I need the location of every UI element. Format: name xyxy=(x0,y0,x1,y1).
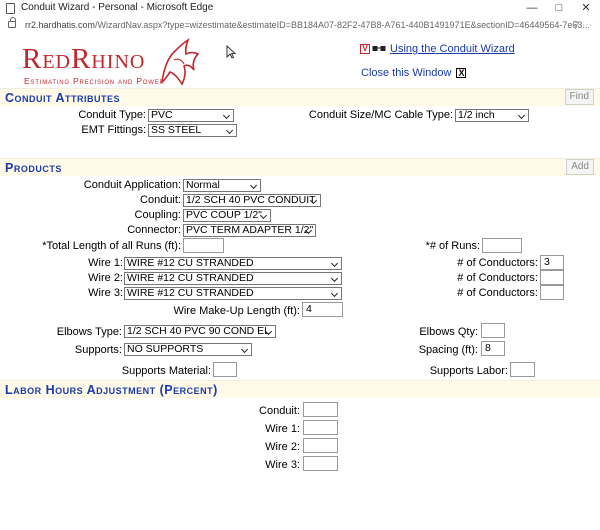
supports-labor-label: Supports Labor: xyxy=(429,365,508,377)
supports-material-label: Supports Material: xyxy=(121,365,211,377)
conduit-application-label: Conduit Application: xyxy=(83,179,181,191)
coupling-label: Coupling: xyxy=(134,209,181,221)
elbows-qty-label: Elbows Qty: xyxy=(419,326,478,338)
spacing-input[interactable]: 8 xyxy=(481,341,505,356)
labor-wire-3-input[interactable] xyxy=(303,456,338,471)
elbows-qty-input[interactable] xyxy=(481,323,505,338)
labor-wire-1-input[interactable] xyxy=(303,420,338,435)
labor-wire-3-label: Wire 3: xyxy=(265,459,300,471)
close-x-icon[interactable]: X xyxy=(456,68,467,78)
conduit-attributes-section-header: Conduit Attributes Find xyxy=(0,88,600,106)
wire-3-conductors-input[interactable] xyxy=(540,285,564,300)
elbows-type-label: Elbows Type: xyxy=(56,326,122,338)
glasses-icon xyxy=(372,46,386,51)
conduit-wizard-help-link[interactable]: V Using the Conduit Wizard xyxy=(360,43,515,55)
wire-makeup-length-label: Wire Make-Up Length (ft): xyxy=(173,305,300,317)
url-text[interactable]: rr2.hardhatis.com/WizardNav.aspx?type=wi… xyxy=(25,20,590,30)
emt-fittings-label: EMT Fittings: xyxy=(81,124,146,136)
conduit-type-select[interactable]: PVC xyxy=(148,109,234,122)
page-icon xyxy=(6,3,15,14)
labor-conduit-label: Conduit: xyxy=(259,405,300,417)
labor-wire-1-label: Wire 1: xyxy=(265,423,300,435)
section-title: Products xyxy=(5,161,62,175)
wire-2-select[interactable]: WIRE #12 CU STRANDED xyxy=(124,272,342,285)
wire-1-conductors-input[interactable]: 3 xyxy=(540,255,564,270)
spacing-label: Spacing (ft): xyxy=(418,344,478,356)
total-length-input[interactable] xyxy=(183,238,224,253)
conduit-select[interactable]: 1/2 SCH 40 PVC CONDUIT xyxy=(183,194,321,207)
elbows-type-select[interactable]: 1/2 SCH 40 PVC 90 COND EL xyxy=(124,325,276,338)
conduit-application-select[interactable]: Normal xyxy=(183,179,261,192)
emt-fittings-select[interactable]: SS STEEL xyxy=(148,124,237,137)
products-section-header: Products Add xyxy=(0,158,600,176)
supports-material-input[interactable] xyxy=(213,362,237,377)
wire-2-label: Wire 2: xyxy=(88,272,123,284)
wire-1-label: Wire 1: xyxy=(88,257,123,269)
number-of-runs-label: *# of Runs: xyxy=(425,240,480,252)
connector-label: Connector: xyxy=(127,224,181,236)
labor-wire-2-input[interactable] xyxy=(303,438,338,453)
mouse-cursor-icon xyxy=(226,45,236,59)
close-window-button[interactable]: ✕ xyxy=(577,1,595,15)
labor-wire-2-label: Wire 2: xyxy=(265,441,300,453)
wire-2-conductors-label: # of Conductors: xyxy=(457,272,538,284)
section-title: Conduit Attributes xyxy=(5,91,121,105)
supports-select[interactable]: NO SUPPORTS xyxy=(124,343,252,356)
close-window-label[interactable]: Close this Window xyxy=(361,67,451,79)
wire-1-conductors-label: # of Conductors: xyxy=(457,257,538,269)
window-titlebar: Conduit Wizard - Personal - Microsoft Ed… xyxy=(0,0,600,17)
conduit-size-label: Conduit Size/MC Cable Type: xyxy=(308,109,453,121)
supports-labor-input[interactable] xyxy=(510,362,535,377)
window-title: Conduit Wizard - Personal - Microsoft Ed… xyxy=(21,2,214,13)
lock-icon xyxy=(8,17,16,28)
supports-label: Supports: xyxy=(74,344,122,356)
wire-3-conductors-label: # of Conductors: xyxy=(457,287,538,299)
total-length-label: *Total Length of all Runs (ft): xyxy=(42,240,181,252)
add-button[interactable]: Add xyxy=(566,159,594,175)
key-icon[interactable]: ⚲ ⋯ xyxy=(572,20,592,31)
number-of-runs-input[interactable] xyxy=(482,238,522,253)
wire-makeup-length-input[interactable]: 4 xyxy=(302,302,343,317)
wire-3-label: Wire 3: xyxy=(88,287,123,299)
wire-1-select[interactable]: WIRE #12 CU STRANDED xyxy=(124,257,342,270)
minimize-button[interactable]: — xyxy=(523,1,541,15)
wire-3-select[interactable]: WIRE #12 CU STRANDED xyxy=(124,287,342,300)
address-bar[interactable]: rr2.hardhatis.com/WizardNav.aspx?type=wi… xyxy=(0,17,600,35)
rhino-logo-icon xyxy=(160,38,200,86)
video-icon: V xyxy=(360,44,370,54)
coupling-select[interactable]: PVC COUP 1/2" xyxy=(183,209,271,222)
logo-tagline: Estimating Precision and Power xyxy=(24,76,165,86)
conduit-type-label: Conduit Type: xyxy=(78,109,146,121)
maximize-button[interactable]: □ xyxy=(550,1,568,15)
conduit-size-select[interactable]: 1/2 inch xyxy=(455,109,529,122)
wire-2-conductors-input[interactable] xyxy=(540,270,564,285)
logo-name: RedRhino xyxy=(22,43,146,75)
labor-hours-section-header: Labor Hours Adjustment (Percent) xyxy=(0,380,600,398)
conduit-label: Conduit: xyxy=(140,194,181,206)
section-title: Labor Hours Adjustment (Percent) xyxy=(5,383,218,397)
close-this-window-link[interactable]: Close this Window X xyxy=(361,67,467,79)
redrhino-logo: RedRhino Estimating Precision and Power xyxy=(22,43,164,87)
find-button[interactable]: Find xyxy=(564,89,594,105)
connector-select[interactable]: PVC TERM ADAPTER 1/2" xyxy=(183,224,316,237)
labor-conduit-input[interactable] xyxy=(303,402,338,417)
wizard-help-link-text[interactable]: Using the Conduit Wizard xyxy=(390,43,515,55)
